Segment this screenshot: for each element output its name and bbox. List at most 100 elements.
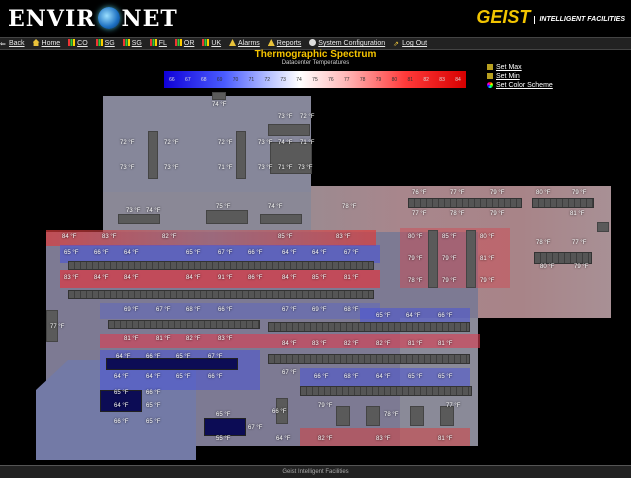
temp-sensor[interactable]: 82 °F [186, 336, 200, 342]
temp-sensor[interactable]: 73 °F [258, 140, 272, 146]
temp-sensor[interactable]: 64 °F [282, 250, 296, 256]
temp-sensor[interactable]: 65 °F [64, 250, 78, 256]
temp-sensor[interactable]: 69 °F [124, 307, 138, 313]
temp-sensor[interactable]: 77 °F [572, 240, 586, 246]
temp-sensor[interactable]: 66 °F [218, 307, 232, 313]
temp-sensor[interactable]: 79 °F [572, 190, 586, 196]
temp-sensor[interactable]: 79 °F [490, 190, 504, 196]
temp-sensor[interactable]: 77 °F [446, 403, 460, 409]
temp-sensor[interactable]: 65 °F [176, 374, 190, 380]
temp-sensor[interactable]: 68 °F [344, 374, 358, 380]
temp-sensor[interactable]: 77 °F [50, 324, 64, 330]
temp-sensor[interactable]: 66 °F [208, 374, 222, 380]
temp-sensor[interactable]: 80 °F [408, 234, 422, 240]
temp-sensor[interactable]: 84 °F [124, 275, 138, 281]
temp-sensor[interactable]: 77 °F [450, 190, 464, 196]
temp-sensor[interactable]: 64 °F [312, 250, 326, 256]
temp-sensor[interactable]: 71 °F [278, 165, 292, 171]
temp-sensor[interactable]: 71 °F [300, 140, 314, 146]
temp-sensor[interactable]: 81 °F [156, 336, 170, 342]
temp-sensor[interactable]: 85 °F [312, 275, 326, 281]
nav-co[interactable]: CO [68, 38, 88, 49]
temp-sensor[interactable]: 73 °F [120, 165, 134, 171]
temp-sensor[interactable]: 64 °F [406, 313, 420, 319]
temp-sensor[interactable]: 66 °F [272, 409, 286, 415]
temp-sensor[interactable]: 73 °F [278, 114, 292, 120]
temp-sensor[interactable]: 55 °F [216, 436, 230, 442]
environet-logo[interactable]: ENVIR NET [8, 6, 178, 32]
temp-sensor[interactable]: 73 °F [164, 165, 178, 171]
temp-sensor[interactable]: 71 °F [218, 165, 232, 171]
temp-sensor[interactable]: 83 °F [102, 234, 116, 240]
temp-sensor[interactable]: 80 °F [536, 190, 550, 196]
temp-sensor[interactable]: 79 °F [442, 256, 456, 262]
temp-sensor[interactable]: 81 °F [438, 436, 452, 442]
temp-sensor[interactable]: 84 °F [282, 341, 296, 347]
temp-sensor[interactable]: 75 °F [216, 204, 230, 210]
temp-sensor[interactable]: 72 °F [218, 140, 232, 146]
temp-sensor[interactable]: 66 °F [146, 354, 160, 360]
temp-sensor[interactable]: 65 °F [114, 390, 128, 396]
temp-sensor[interactable]: 74 °F [212, 102, 226, 108]
temp-sensor[interactable]: 66 °F [146, 390, 160, 396]
temp-sensor[interactable]: 82 °F [318, 436, 332, 442]
temp-sensor[interactable]: 72 °F [120, 140, 134, 146]
nav-alarms[interactable]: Alarms [229, 38, 260, 49]
temp-sensor[interactable]: 81 °F [408, 341, 422, 347]
temp-sensor[interactable]: 66 °F [94, 250, 108, 256]
set-color-scheme-link[interactable]: Set Color Scheme [496, 82, 553, 89]
temp-sensor[interactable]: 86 °F [248, 275, 262, 281]
temp-sensor[interactable]: 65 °F [376, 313, 390, 319]
temp-sensor[interactable]: 83 °F [218, 336, 232, 342]
temp-sensor[interactable]: 84 °F [186, 275, 200, 281]
temp-sensor[interactable]: 64 °F [116, 354, 130, 360]
temp-sensor[interactable]: 81 °F [480, 256, 494, 262]
temp-sensor[interactable]: 67 °F [208, 354, 222, 360]
temp-sensor[interactable]: 64 °F [146, 374, 160, 380]
temp-sensor[interactable]: 67 °F [156, 307, 170, 313]
temp-sensor[interactable]: 83 °F [64, 275, 78, 281]
temp-sensor[interactable]: 65 °F [438, 374, 452, 380]
temp-sensor[interactable]: 73 °F [298, 165, 312, 171]
temp-sensor[interactable]: 83 °F [312, 341, 326, 347]
temp-sensor[interactable]: 79 °F [442, 278, 456, 284]
temp-sensor[interactable]: 66 °F [114, 419, 128, 425]
temp-sensor[interactable]: 78 °F [408, 278, 422, 284]
temp-sensor[interactable]: 68 °F [186, 307, 200, 313]
temp-sensor[interactable]: 83 °F [376, 436, 390, 442]
temp-sensor[interactable]: 65 °F [408, 374, 422, 380]
temp-sensor[interactable]: 66 °F [248, 250, 262, 256]
temp-sensor[interactable]: 67 °F [218, 250, 232, 256]
temp-sensor[interactable]: 81 °F [124, 336, 138, 342]
temp-sensor[interactable]: 74 °F [278, 140, 292, 146]
temp-sensor[interactable]: 73 °F [258, 165, 272, 171]
set-max-link[interactable]: Set Max [496, 64, 522, 71]
temp-sensor[interactable]: 65 °F [186, 250, 200, 256]
temp-sensor[interactable]: 76 °F [412, 190, 426, 196]
temp-sensor[interactable]: 65 °F [146, 419, 160, 425]
temp-sensor[interactable]: 64 °F [376, 374, 390, 380]
set-min-link[interactable]: Set Min [496, 73, 520, 80]
temp-sensor[interactable]: 72 °F [300, 114, 314, 120]
nav-system-configuration[interactable]: System Configuration [309, 38, 385, 49]
temp-sensor[interactable]: 74 °F [268, 204, 282, 210]
temp-sensor[interactable]: 67 °F [344, 250, 358, 256]
nav-home[interactable]: Home [32, 38, 60, 49]
temp-sensor[interactable]: 69 °F [312, 307, 326, 313]
temp-sensor[interactable]: 74 °F [146, 208, 160, 214]
temp-sensor[interactable]: 82 °F [162, 234, 176, 240]
temp-sensor[interactable]: 85 °F [442, 234, 456, 240]
temp-sensor[interactable]: 66 °F [438, 313, 452, 319]
temp-sensor[interactable]: 80 °F [480, 234, 494, 240]
temp-sensor[interactable]: 78 °F [536, 240, 550, 246]
temp-sensor[interactable]: 79 °F [408, 256, 422, 262]
nav-fl[interactable]: FL [149, 38, 167, 49]
temp-sensor[interactable]: 65 °F [146, 403, 160, 409]
temp-sensor[interactable]: 67 °F [282, 307, 296, 313]
temp-sensor[interactable]: 72 °F [164, 140, 178, 146]
temp-sensor[interactable]: 78 °F [342, 204, 356, 210]
temp-sensor[interactable]: 78 °F [384, 412, 398, 418]
temp-sensor[interactable]: 79 °F [574, 264, 588, 270]
temp-sensor[interactable]: 68 °F [344, 307, 358, 313]
temp-sensor[interactable]: 64 °F [114, 374, 128, 380]
